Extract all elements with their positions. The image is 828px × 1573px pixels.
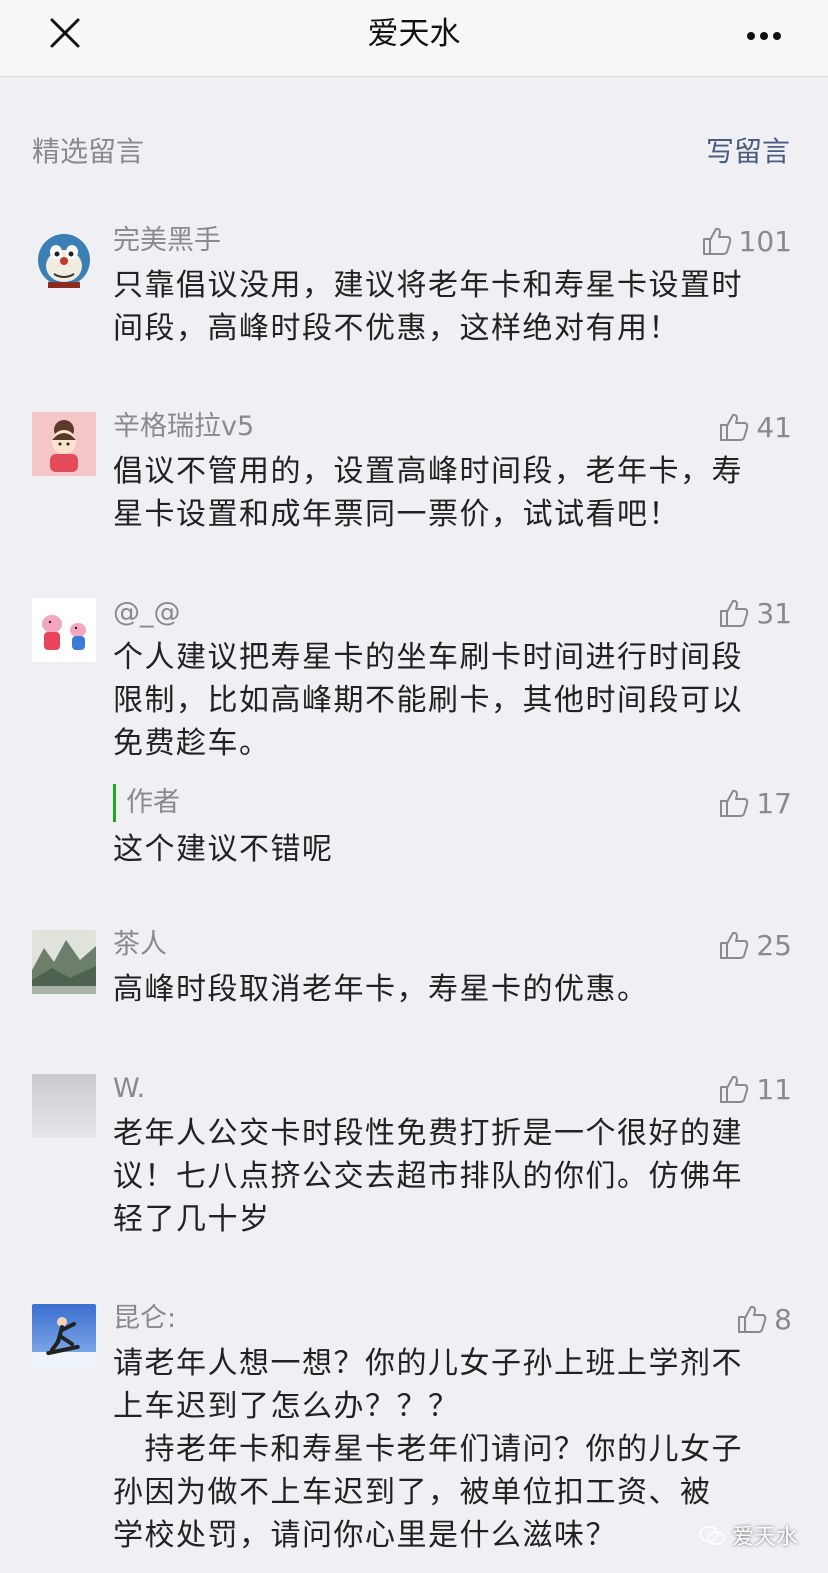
like-count: 31	[756, 596, 792, 630]
comment-text: 请老年人想一想？你的儿女子孙上班上学剂不 上车迟到了怎么办？？？ 持老年卡和寿星…	[113, 1346, 743, 1553]
like-count: 11	[756, 1072, 792, 1106]
avatar[interactable]	[32, 412, 96, 476]
like-button[interactable]: 11	[718, 1070, 792, 1108]
commenter-name: 昆仑:	[113, 1303, 177, 1334]
featured-comments-label: 精选留言	[32, 135, 145, 168]
avatar[interactable]	[32, 930, 96, 994]
more-icon[interactable]	[746, 27, 782, 40]
thumbs-up-icon	[738, 1305, 767, 1333]
avatar[interactable]	[32, 1304, 96, 1368]
thumbs-up-icon	[702, 227, 731, 255]
author-reply-text: 这个建议不错呢	[113, 832, 334, 867]
avatar[interactable]	[32, 598, 96, 662]
thumbs-up-icon	[720, 931, 749, 959]
like-button[interactable]: 31	[718, 594, 792, 632]
like-count: 8	[774, 1302, 792, 1336]
thumbs-up-icon	[720, 789, 749, 817]
wechat-icon	[699, 1526, 725, 1545]
avatar[interactable]	[32, 1074, 96, 1138]
comment-text: 老年人公交卡时段性免费打折是一个很好的建 议！七八点挤公交去超市排队的你们。仿佛…	[113, 1116, 743, 1237]
commenter-name: W.	[113, 1073, 146, 1104]
commenter-name: @_@	[113, 597, 181, 628]
like-button[interactable]: 101	[701, 222, 792, 260]
top-bar: 爱天水	[0, 0, 828, 77]
comment-text: 倡议不管用的，设置高峰时间段，老年卡，寿 星卡设置和成年票同一票价，试试看吧！	[113, 454, 743, 532]
like-button[interactable]: 8	[736, 1300, 792, 1338]
like-count: 17	[756, 786, 792, 820]
commenter-name: 辛格瑞拉v5	[113, 411, 255, 442]
like-count: 41	[756, 410, 792, 444]
like-button[interactable]: 25	[718, 926, 792, 964]
comment-text: 个人建议把寿星卡的坐车刷卡时间进行时间段 限制，比如高峰期不能刷卡，其他时间段可…	[113, 640, 743, 761]
avatar[interactable]	[32, 226, 96, 290]
comment-text: 高峰时段取消老年卡，寿星卡的优惠。	[113, 972, 649, 1007]
thumbs-up-icon	[720, 599, 749, 627]
commenter-name: 茶人	[113, 929, 167, 960]
author-reply-label: 作者	[113, 784, 180, 822]
thumbs-up-icon	[720, 1075, 749, 1103]
commenter-name: 完美黑手	[113, 225, 221, 256]
like-count: 25	[756, 928, 792, 962]
thumbs-up-icon	[720, 413, 749, 441]
page-title: 爱天水	[367, 16, 461, 52]
watermark-text: 爱天水	[731, 1525, 798, 1550]
reply-like-button[interactable]: 17	[718, 784, 792, 822]
like-button[interactable]: 41	[718, 408, 792, 446]
write-comment-button[interactable]: 写留言	[706, 132, 790, 172]
like-count: 101	[738, 224, 792, 258]
watermark: 爱天水	[698, 1519, 798, 1551]
comment-text: 只靠倡议没用，建议将老年卡和寿星卡设置时 间段，高峰时段不优惠，这样绝对有用！	[113, 268, 743, 346]
